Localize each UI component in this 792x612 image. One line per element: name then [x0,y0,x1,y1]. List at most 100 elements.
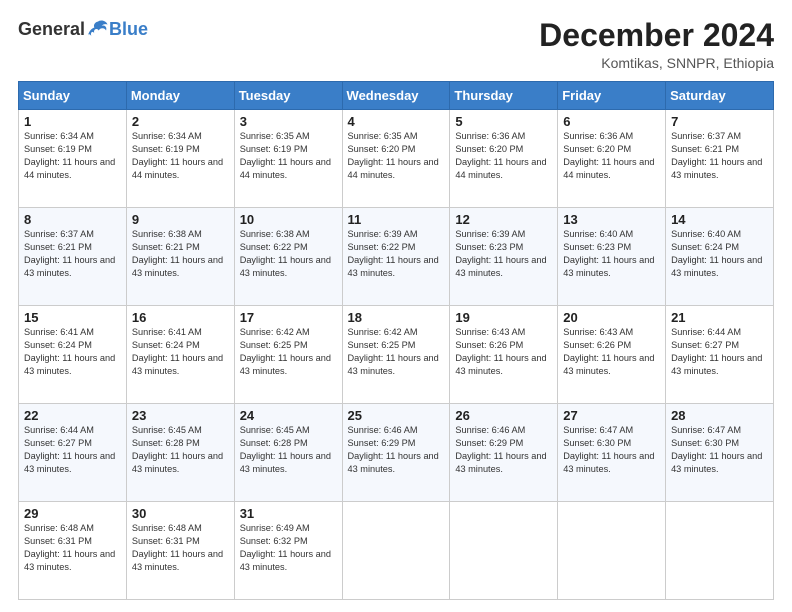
calendar-week-5: 29 Sunrise: 6:48 AMSunset: 6:31 PMDaylig… [19,502,774,600]
day-info: Sunrise: 6:44 AMSunset: 6:27 PMDaylight:… [671,326,768,378]
day-number: 15 [24,310,121,325]
day-info: Sunrise: 6:37 AMSunset: 6:21 PMDaylight:… [671,130,768,182]
day-info: Sunrise: 6:38 AMSunset: 6:21 PMDaylight:… [132,228,229,280]
calendar-week-4: 22 Sunrise: 6:44 AMSunset: 6:27 PMDaylig… [19,404,774,502]
calendar-cell: 11 Sunrise: 6:39 AMSunset: 6:22 PMDaylig… [342,208,450,306]
dow-header-thursday: Thursday [450,82,558,110]
day-number: 13 [563,212,660,227]
calendar-cell: 21 Sunrise: 6:44 AMSunset: 6:27 PMDaylig… [666,306,774,404]
day-number: 22 [24,408,121,423]
dow-header-tuesday: Tuesday [234,82,342,110]
calendar-cell: 5 Sunrise: 6:36 AMSunset: 6:20 PMDayligh… [450,110,558,208]
logo: General Blue [18,18,148,40]
day-info: Sunrise: 6:38 AMSunset: 6:22 PMDaylight:… [240,228,337,280]
dow-header-saturday: Saturday [666,82,774,110]
day-number: 27 [563,408,660,423]
day-number: 11 [348,212,445,227]
calendar-cell: 1 Sunrise: 6:34 AMSunset: 6:19 PMDayligh… [19,110,127,208]
day-number: 14 [671,212,768,227]
day-info: Sunrise: 6:47 AMSunset: 6:30 PMDaylight:… [563,424,660,476]
day-info: Sunrise: 6:48 AMSunset: 6:31 PMDaylight:… [132,522,229,574]
dow-header-sunday: Sunday [19,82,127,110]
calendar-cell: 26 Sunrise: 6:46 AMSunset: 6:29 PMDaylig… [450,404,558,502]
calendar-cell [342,502,450,600]
day-info: Sunrise: 6:42 AMSunset: 6:25 PMDaylight:… [240,326,337,378]
day-info: Sunrise: 6:35 AMSunset: 6:19 PMDaylight:… [240,130,337,182]
calendar-cell [450,502,558,600]
day-number: 26 [455,408,552,423]
calendar-cell: 22 Sunrise: 6:44 AMSunset: 6:27 PMDaylig… [19,404,127,502]
day-info: Sunrise: 6:34 AMSunset: 6:19 PMDaylight:… [24,130,121,182]
calendar-cell: 10 Sunrise: 6:38 AMSunset: 6:22 PMDaylig… [234,208,342,306]
day-number: 2 [132,114,229,129]
dow-header-wednesday: Wednesday [342,82,450,110]
day-info: Sunrise: 6:49 AMSunset: 6:32 PMDaylight:… [240,522,337,574]
calendar-cell: 23 Sunrise: 6:45 AMSunset: 6:28 PMDaylig… [126,404,234,502]
day-info: Sunrise: 6:39 AMSunset: 6:22 PMDaylight:… [348,228,445,280]
logo-blue-text: Blue [109,19,148,40]
calendar-cell: 4 Sunrise: 6:35 AMSunset: 6:20 PMDayligh… [342,110,450,208]
calendar-cell: 31 Sunrise: 6:49 AMSunset: 6:32 PMDaylig… [234,502,342,600]
day-info: Sunrise: 6:35 AMSunset: 6:20 PMDaylight:… [348,130,445,182]
day-info: Sunrise: 6:40 AMSunset: 6:23 PMDaylight:… [563,228,660,280]
calendar-week-2: 8 Sunrise: 6:37 AMSunset: 6:21 PMDayligh… [19,208,774,306]
day-info: Sunrise: 6:39 AMSunset: 6:23 PMDaylight:… [455,228,552,280]
day-info: Sunrise: 6:36 AMSunset: 6:20 PMDaylight:… [455,130,552,182]
calendar-cell: 2 Sunrise: 6:34 AMSunset: 6:19 PMDayligh… [126,110,234,208]
calendar-cell: 13 Sunrise: 6:40 AMSunset: 6:23 PMDaylig… [558,208,666,306]
calendar-table: SundayMondayTuesdayWednesdayThursdayFrid… [18,81,774,600]
calendar-cell: 8 Sunrise: 6:37 AMSunset: 6:21 PMDayligh… [19,208,127,306]
day-info: Sunrise: 6:37 AMSunset: 6:21 PMDaylight:… [24,228,121,280]
day-number: 17 [240,310,337,325]
day-info: Sunrise: 6:41 AMSunset: 6:24 PMDaylight:… [24,326,121,378]
day-number: 31 [240,506,337,521]
calendar-week-1: 1 Sunrise: 6:34 AMSunset: 6:19 PMDayligh… [19,110,774,208]
day-number: 29 [24,506,121,521]
calendar-cell: 9 Sunrise: 6:38 AMSunset: 6:21 PMDayligh… [126,208,234,306]
calendar-body: 1 Sunrise: 6:34 AMSunset: 6:19 PMDayligh… [19,110,774,600]
day-info: Sunrise: 6:43 AMSunset: 6:26 PMDaylight:… [455,326,552,378]
day-info: Sunrise: 6:45 AMSunset: 6:28 PMDaylight:… [240,424,337,476]
header: General Blue December 2024 Komtikas, SNN… [18,18,774,71]
location: Komtikas, SNNPR, Ethiopia [539,55,774,71]
calendar-cell: 30 Sunrise: 6:48 AMSunset: 6:31 PMDaylig… [126,502,234,600]
calendar-cell: 7 Sunrise: 6:37 AMSunset: 6:21 PMDayligh… [666,110,774,208]
day-number: 4 [348,114,445,129]
calendar-cell [558,502,666,600]
day-number: 24 [240,408,337,423]
dow-header-friday: Friday [558,82,666,110]
day-number: 21 [671,310,768,325]
day-number: 30 [132,506,229,521]
calendar-cell: 18 Sunrise: 6:42 AMSunset: 6:25 PMDaylig… [342,306,450,404]
calendar-cell: 14 Sunrise: 6:40 AMSunset: 6:24 PMDaylig… [666,208,774,306]
day-number: 9 [132,212,229,227]
calendar-cell: 29 Sunrise: 6:48 AMSunset: 6:31 PMDaylig… [19,502,127,600]
calendar-cell: 15 Sunrise: 6:41 AMSunset: 6:24 PMDaylig… [19,306,127,404]
day-number: 5 [455,114,552,129]
day-info: Sunrise: 6:40 AMSunset: 6:24 PMDaylight:… [671,228,768,280]
calendar-cell: 19 Sunrise: 6:43 AMSunset: 6:26 PMDaylig… [450,306,558,404]
calendar-week-3: 15 Sunrise: 6:41 AMSunset: 6:24 PMDaylig… [19,306,774,404]
day-number: 20 [563,310,660,325]
day-number: 1 [24,114,121,129]
calendar-cell: 27 Sunrise: 6:47 AMSunset: 6:30 PMDaylig… [558,404,666,502]
day-number: 3 [240,114,337,129]
day-number: 25 [348,408,445,423]
calendar-cell: 3 Sunrise: 6:35 AMSunset: 6:19 PMDayligh… [234,110,342,208]
day-info: Sunrise: 6:46 AMSunset: 6:29 PMDaylight:… [348,424,445,476]
calendar-cell: 28 Sunrise: 6:47 AMSunset: 6:30 PMDaylig… [666,404,774,502]
day-info: Sunrise: 6:42 AMSunset: 6:25 PMDaylight:… [348,326,445,378]
day-number: 18 [348,310,445,325]
calendar-cell: 12 Sunrise: 6:39 AMSunset: 6:23 PMDaylig… [450,208,558,306]
day-info: Sunrise: 6:47 AMSunset: 6:30 PMDaylight:… [671,424,768,476]
month-title: December 2024 [539,18,774,53]
calendar-cell: 20 Sunrise: 6:43 AMSunset: 6:26 PMDaylig… [558,306,666,404]
page: General Blue December 2024 Komtikas, SNN… [0,0,792,612]
day-number: 7 [671,114,768,129]
calendar-cell: 6 Sunrise: 6:36 AMSunset: 6:20 PMDayligh… [558,110,666,208]
header-right: December 2024 Komtikas, SNNPR, Ethiopia [539,18,774,71]
dow-header-monday: Monday [126,82,234,110]
day-info: Sunrise: 6:45 AMSunset: 6:28 PMDaylight:… [132,424,229,476]
calendar-cell: 16 Sunrise: 6:41 AMSunset: 6:24 PMDaylig… [126,306,234,404]
calendar-cell: 17 Sunrise: 6:42 AMSunset: 6:25 PMDaylig… [234,306,342,404]
